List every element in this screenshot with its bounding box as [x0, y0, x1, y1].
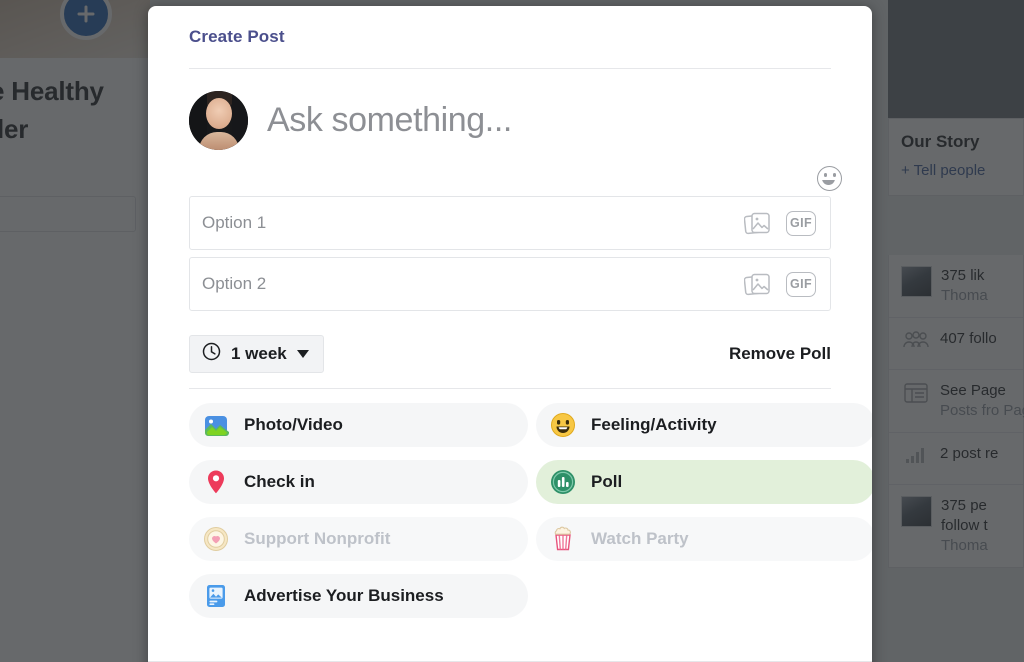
action-label: Photo/Video	[244, 415, 343, 434]
feeling-smiley-icon	[550, 412, 576, 438]
action-label: Support Nonprofit	[244, 529, 391, 548]
post-actions-grid: Photo/Video Feeling/Activity Check in Po…	[148, 389, 872, 631]
photos-icon[interactable]	[743, 272, 772, 297]
action-label: Advertise Your Business	[244, 586, 444, 605]
action-label: Poll	[591, 472, 623, 491]
emoji-smiley-icon[interactable]	[817, 165, 842, 191]
composer: Ask something...	[148, 69, 872, 150]
clock-icon	[202, 342, 221, 366]
avatar	[189, 91, 248, 150]
compose-placeholder[interactable]: Ask something...	[267, 91, 512, 150]
action-watch-party[interactable]: Watch Party	[536, 517, 872, 561]
page-root: e Healthy ller u Our Story + Tell people…	[0, 0, 1024, 662]
photos-icon[interactable]	[743, 211, 772, 236]
poll-duration-dropdown[interactable]: 1 week	[189, 335, 324, 373]
poll-option-1-input[interactable]: Option 1	[202, 213, 744, 233]
gif-icon[interactable]: GIF	[786, 271, 816, 297]
poll-bars-icon	[550, 469, 576, 495]
action-feeling-activity[interactable]: Feeling/Activity	[536, 403, 872, 447]
poll-option-1[interactable]: Option 1 GIF	[189, 196, 831, 250]
photo-video-icon	[203, 412, 229, 438]
action-poll[interactable]: Poll	[536, 460, 872, 504]
poll-option-2[interactable]: Option 2 GIF	[189, 257, 831, 311]
poll-duration-row: 1 week Remove Poll	[148, 318, 872, 380]
action-support-nonprofit[interactable]: Support Nonprofit	[189, 517, 528, 561]
poll-option-2-input[interactable]: Option 2	[202, 274, 744, 294]
gif-icon[interactable]: GIF	[786, 210, 816, 236]
emoji-row	[148, 150, 872, 196]
action-advertise-business[interactable]: Advertise Your Business	[189, 574, 528, 618]
remove-poll-button[interactable]: Remove Poll	[729, 344, 831, 364]
action-photo-video[interactable]: Photo/Video	[189, 403, 528, 447]
poll-options: Option 1 GIF Option 2 GIF	[148, 196, 872, 311]
action-label: Check in	[244, 472, 315, 491]
advertise-icon	[203, 583, 229, 609]
create-post-dialog: Create Post Ask something... Option 1 GI…	[148, 6, 872, 662]
chevron-down-icon	[296, 350, 309, 358]
popcorn-icon	[550, 526, 576, 552]
nonprofit-coin-icon	[203, 526, 229, 552]
action-check-in[interactable]: Check in	[189, 460, 528, 504]
action-label: Watch Party	[591, 529, 689, 548]
dialog-header: Create Post	[148, 6, 872, 68]
page-title: Create Post	[189, 27, 285, 46]
poll-duration-value: 1 week	[231, 344, 287, 363]
location-pin-icon	[203, 469, 229, 495]
action-label: Feeling/Activity	[591, 415, 717, 434]
